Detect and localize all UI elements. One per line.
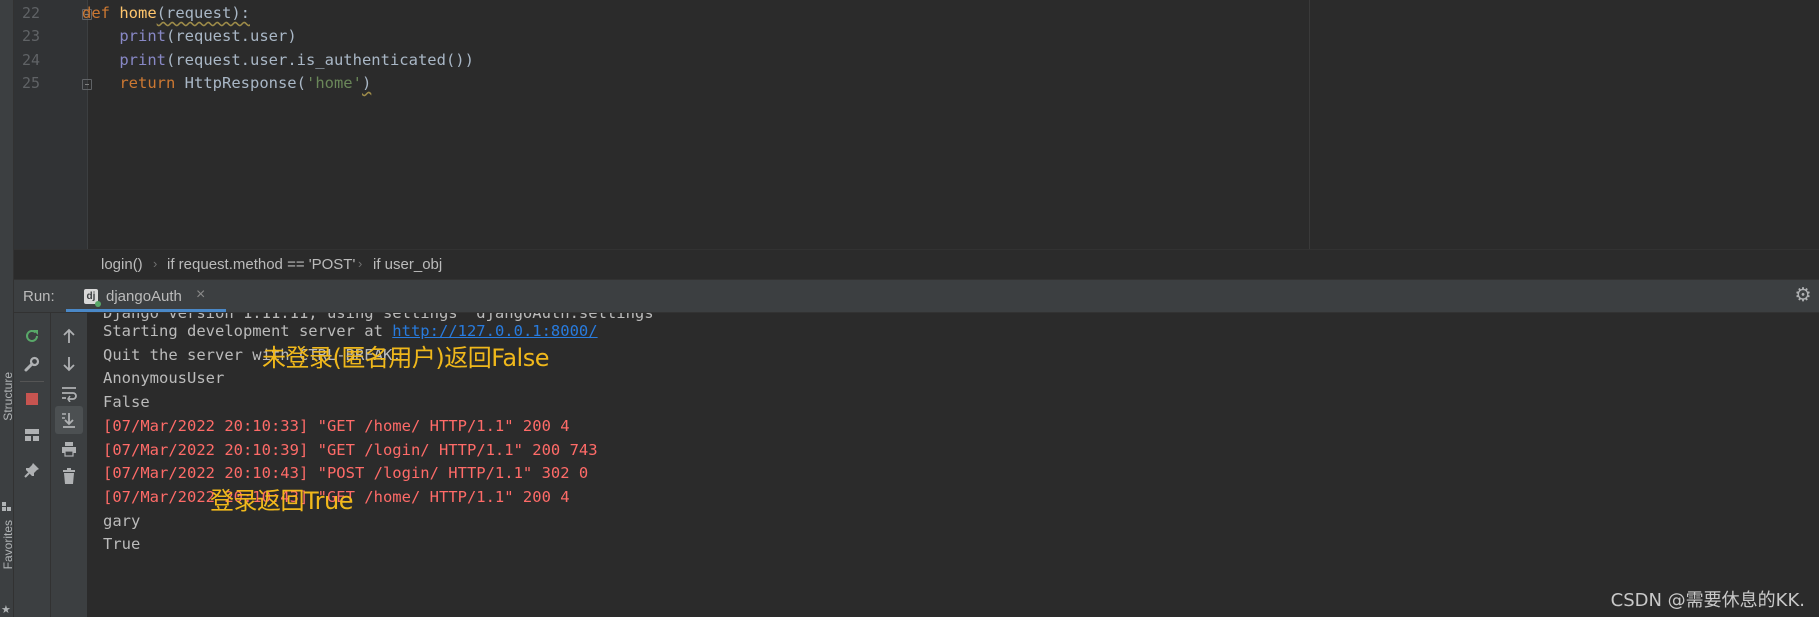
left-tool-strip: Structure Favorites ★ <box>0 0 15 617</box>
run-toolbar-secondary <box>51 313 88 617</box>
structure-tab-label: Structure <box>1 372 15 421</box>
arrow-up-icon <box>63 328 75 343</box>
console-line-text: [07/Mar/2022 20:10:43] "POST /login/ HTT… <box>103 464 589 483</box>
console-line-text: [07/Mar/2022 20:10:39] "GET /login/ HTTP… <box>103 440 598 459</box>
line-number: 25 <box>22 73 41 92</box>
breadcrumb-item-login[interactable]: login() <box>101 256 143 273</box>
breadcrumb-separator-icon: › <box>153 256 158 271</box>
favorites-tab-label: Favorites <box>1 520 15 570</box>
run-tab-label: djangoAuth <box>106 288 182 305</box>
run-tool-window-header: Run: dj djangoAuth × ⚙ <box>14 279 1819 313</box>
printer-icon <box>62 442 76 457</box>
code-token: 'home' <box>305 73 362 92</box>
rerun-icon <box>26 329 38 342</box>
code-token: home <box>119 4 157 22</box>
breadcrumb-separator-icon: › <box>358 256 363 271</box>
csdn-watermark: CSDN @需要休息的KK. <box>1610 590 1805 611</box>
pin-tab-button[interactable] <box>18 456 46 484</box>
console-line-text: [07/Mar/2022 20:10:33] "GET /home/ HTTP/… <box>103 416 570 435</box>
editor-gutter: 22 23 24 25 <box>14 0 92 249</box>
scroll-up-button[interactable] <box>55 322 83 350</box>
code-line[interactable]: return HttpResponse('home') <box>82 70 371 97</box>
code-token: (request.user) <box>166 27 297 46</box>
running-indicator-icon <box>95 301 101 307</box>
structure-tool-tab[interactable]: Structure <box>0 372 15 442</box>
clear-all-button[interactable] <box>55 462 83 490</box>
star-icon: ★ <box>1 604 11 616</box>
breadcrumb-item-if-user-obj[interactable]: if user_obj <box>373 256 442 273</box>
restore-layout-button[interactable] <box>18 421 46 449</box>
console-line-text: True <box>103 535 141 554</box>
code-token: ) <box>361 73 372 92</box>
close-icon[interactable]: × <box>196 286 205 304</box>
console-line: True <box>103 531 140 558</box>
trash-icon <box>63 468 75 484</box>
layout-icon <box>25 429 39 441</box>
edit-configuration-button[interactable] <box>18 350 46 378</box>
code-token: (request.user.is_authenticated()) <box>166 50 474 69</box>
rerun-button[interactable] <box>18 322 46 350</box>
code-token: return <box>119 73 176 92</box>
arrow-down-icon <box>63 357 75 372</box>
scroll-to-end-icon <box>62 413 75 428</box>
favorites-tool-tab[interactable]: Favorites <box>0 520 15 600</box>
right-margin-guide <box>1309 0 1310 249</box>
breadcrumb: login() › if request.method == 'POST' › … <box>14 249 1819 279</box>
code-token: def <box>82 4 110 22</box>
console-line-text: False <box>103 393 150 412</box>
run-label: Run: <box>23 288 55 305</box>
soft-wrap-button[interactable] <box>55 379 83 407</box>
stop-button[interactable] <box>18 385 46 413</box>
code-token: (request): <box>156 4 250 22</box>
run-toolbar-primary <box>14 313 51 617</box>
run-console-output[interactable]: Django version 1.11.11, using settings '… <box>88 313 1819 617</box>
gear-icon[interactable]: ⚙ <box>1793 286 1813 306</box>
soft-wrap-icon <box>62 387 77 402</box>
structure-icon <box>2 498 11 511</box>
console-line-text: gary <box>103 511 141 530</box>
annotation-logged-in: 登录返回True <box>210 487 353 515</box>
scroll-down-button[interactable] <box>55 350 83 378</box>
code-editor[interactable]: 22 23 24 25 def home(request): print(reques… <box>14 0 1819 249</box>
annotation-not-logged-in: 未登录(匿名用户)返回False <box>262 344 549 372</box>
code-token: print <box>119 27 166 46</box>
toolbar-divider <box>20 381 44 382</box>
code-token: HttpResponse( <box>175 73 306 92</box>
breadcrumb-item-if-method[interactable]: if request.method == 'POST' <box>167 256 355 273</box>
stop-icon <box>26 393 38 405</box>
console-line-text: AnonymousUser <box>103 369 225 388</box>
pin-icon <box>24 463 39 478</box>
wrench-icon <box>24 356 40 372</box>
code-token: print <box>119 50 166 69</box>
scroll-to-end-button[interactable] <box>55 406 83 434</box>
active-tab-indicator <box>66 309 226 312</box>
print-button[interactable] <box>55 435 83 463</box>
